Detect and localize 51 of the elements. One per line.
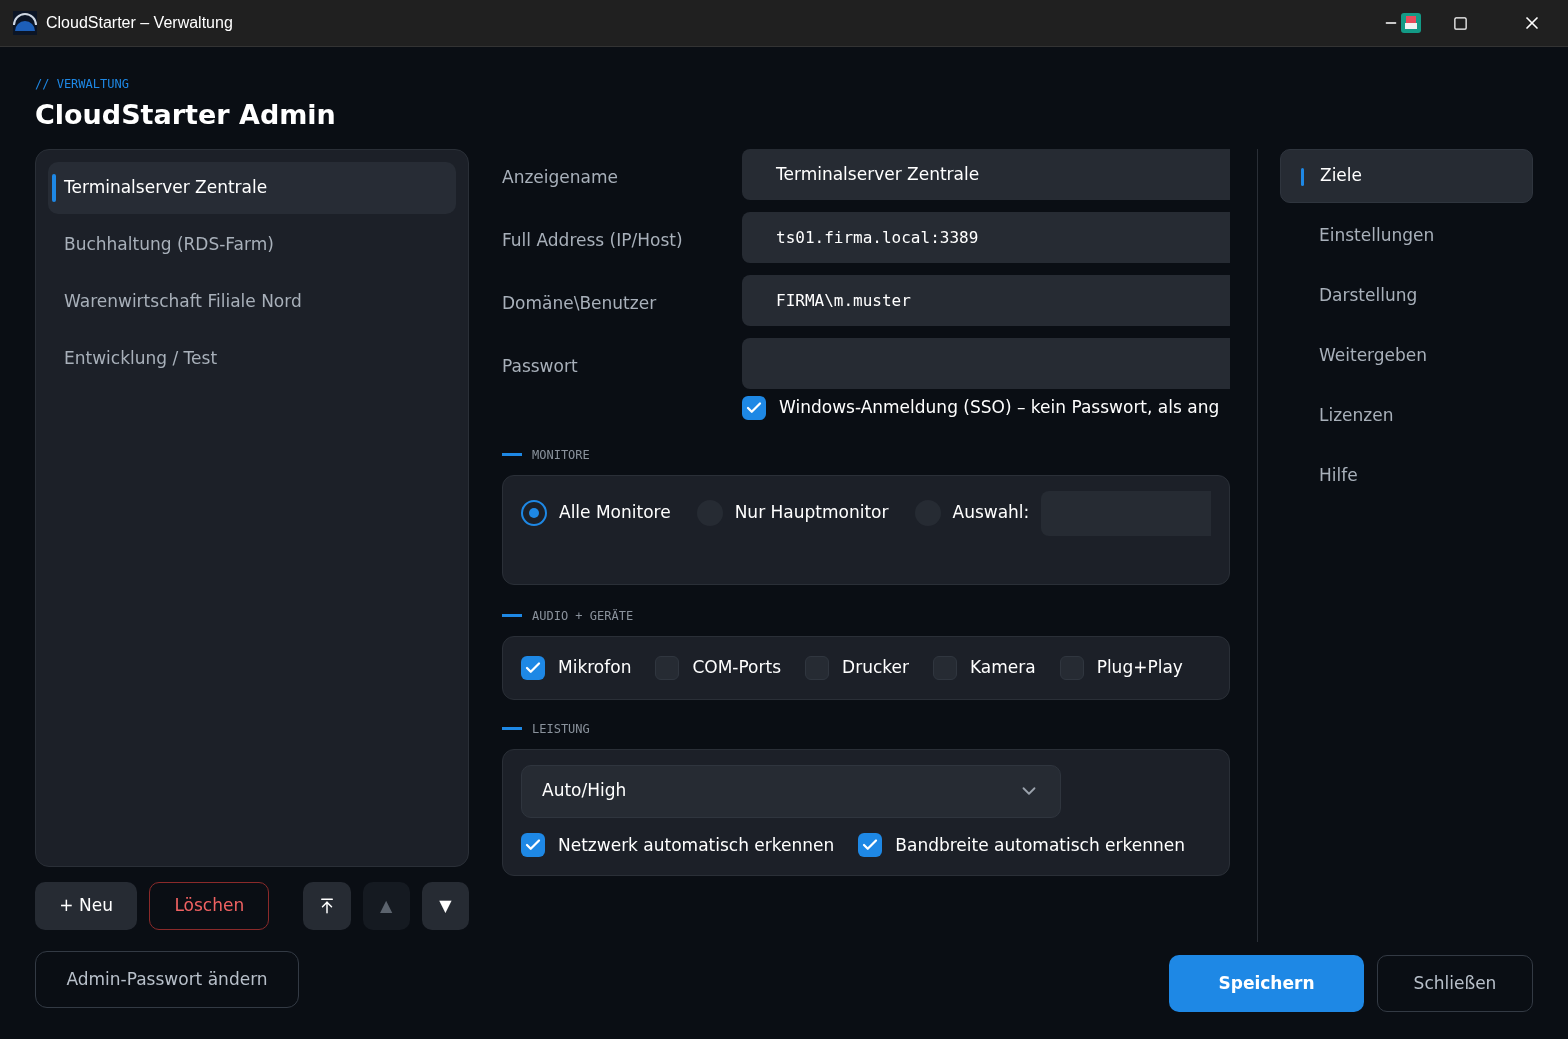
checkbox-label: Drucker — [842, 655, 909, 679]
connection-item[interactable]: Terminalserver Zentrale — [48, 162, 456, 214]
field-label: Domäne\Benutzer — [502, 291, 658, 315]
input-field[interactable]: Terminalserver Zentrale — [742, 149, 1230, 200]
move-button[interactable]: ▼ — [421, 882, 469, 930]
maximize-icon[interactable] — [1453, 15, 1468, 31]
checkbox-label: COM-Ports — [692, 655, 782, 679]
radio-label: Alle Monitore — [559, 501, 671, 525]
nav-item[interactable]: Lizenzen — [1280, 389, 1533, 443]
globe-icon — [13, 11, 37, 35]
radio-label: Nur Hauptmonitor — [734, 501, 889, 525]
radio-button[interactable] — [521, 500, 547, 526]
page-title: CloudStarter Admin — [35, 98, 336, 132]
close-button[interactable]: Schließen — [1377, 955, 1533, 1012]
admin-password-button[interactable]: Admin-Passwort ändern — [35, 951, 299, 1008]
field-label: Anzeigename — [502, 165, 619, 189]
nav-item[interactable]: Weitergeben — [1280, 329, 1533, 383]
connection-item[interactable]: Warenwirtschaft Filiale Nord — [48, 276, 456, 328]
section-heading: AUDIO + GERÄTE — [532, 607, 634, 625]
checkbox[interactable] — [742, 395, 766, 420]
printer-icon — [1401, 13, 1421, 33]
checkbox-label: Plug+Play — [1096, 655, 1183, 679]
checkbox[interactable] — [521, 833, 545, 858]
nav-item[interactable]: Hilfe — [1280, 449, 1533, 503]
eyebrow-label: // VERWALTUNG — [35, 76, 129, 93]
checkbox-label: Mikrofon — [558, 655, 632, 679]
field-label: Passwort — [502, 354, 579, 378]
save-button[interactable]: Speichern — [1169, 955, 1364, 1012]
connection-item[interactable]: Buchhaltung (RDS-Farm) — [48, 219, 456, 271]
window-title: CloudStarter – Verwaltung — [46, 13, 233, 33]
input-field[interactable] — [742, 338, 1230, 389]
input-field[interactable]: FIRMA\m.muster — [742, 275, 1230, 326]
checkbox-label: Netzwerk automatisch erkennen — [558, 833, 835, 857]
delete-button[interactable]: Löschen — [149, 882, 270, 930]
section-heading: LEISTUNG — [532, 720, 590, 738]
section-heading: MONITORE — [532, 446, 590, 464]
new-button[interactable]: + Neu — [35, 882, 138, 930]
nav-item[interactable]: Einstellungen — [1280, 209, 1533, 263]
field-label: Full Address (IP/Host) — [502, 228, 684, 252]
checkbox-label: Kamera — [969, 655, 1036, 679]
nav-item[interactable]: Darstellung — [1280, 269, 1533, 323]
checkbox-label: Windows-Anmeldung (SSO) – kein Passwort, als ang — [779, 396, 1220, 419]
checkbox-label: Bandbreite automatisch erkennen — [895, 833, 1185, 857]
checkbox[interactable] — [521, 655, 545, 680]
nav-item[interactable]: Ziele — [1280, 149, 1533, 203]
checkbox[interactable] — [858, 833, 883, 858]
input-field[interactable]: ts01.firma.local:3389 — [742, 212, 1230, 263]
move-top-button[interactable] — [303, 882, 351, 930]
quality-dropdown[interactable]: Auto/High — [521, 764, 1061, 818]
connection-item[interactable]: Entwicklung / Test — [48, 333, 456, 385]
radio-label: Auswahl: — [952, 501, 1030, 525]
